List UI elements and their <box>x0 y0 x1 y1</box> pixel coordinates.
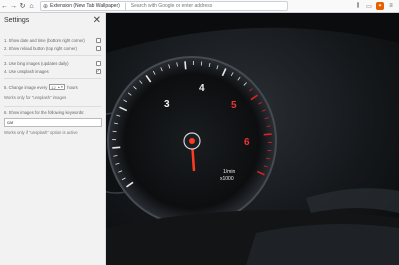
firefox-badge-icon[interactable]: ✦ <box>376 2 384 10</box>
tach-tick <box>263 133 272 136</box>
sidebar-icon[interactable]: ▭ <box>365 2 373 10</box>
checkbox-unsplash[interactable]: ✓ <box>96 68 101 74</box>
back-arrow-icon[interactable]: ← <box>0 1 9 12</box>
tach-tick <box>112 146 121 149</box>
menu-icon[interactable]: ≡ <box>387 2 395 10</box>
gauge-label-6: 6 <box>244 137 250 148</box>
unit-top: 1/min <box>223 169 235 175</box>
library-icon[interactable]: ⫼ <box>354 2 362 10</box>
option-label: 3. Use bing images (updates daily) <box>4 60 69 66</box>
extension-label: Extension (New Tab Wallpaper) <box>50 3 120 9</box>
gauge-label-4: 4 <box>199 83 205 94</box>
settings-title: Settings <box>4 17 30 24</box>
option-row-reload[interactable]: 2. Show reload button (top right corner) <box>4 44 101 52</box>
settings-header: Settings ✕ <box>0 13 105 28</box>
option-label: 2. Show reload button (top right corner) <box>4 45 77 51</box>
stepper-arrows-icon[interactable]: ▲▼ <box>57 85 63 89</box>
close-icon[interactable]: ✕ <box>93 15 101 26</box>
unit-bottom: x1000 <box>220 176 234 182</box>
checkbox-bing[interactable] <box>96 60 101 66</box>
keywords-note: Works only if "unsplash" option is activ… <box>4 130 78 135</box>
checkbox-reload[interactable] <box>96 45 101 51</box>
interval-stepper[interactable]: 12 ▲▼ <box>49 84 66 90</box>
keywords-label: 6. Show images for the following keyword… <box>4 110 85 115</box>
interval-row: 5. Change image every 12 ▲▼ hours <box>4 82 101 92</box>
option-row-date-time[interactable]: 1. Show date and time (bottom right corn… <box>4 36 101 44</box>
extension-icon: ⊕ <box>43 3 49 10</box>
browser-toolbar: ← → ↻ ⌂ ⊕ Extension (New Tab Wallpaper) … <box>0 0 399 13</box>
option-label: 4. Use unsplash images <box>4 68 49 74</box>
needle-center <box>189 138 195 144</box>
divider <box>4 78 101 79</box>
interval-prefix: 5. Change image every <box>4 84 48 90</box>
home-icon[interactable]: ⌂ <box>27 1 36 12</box>
search-input[interactable] <box>130 3 285 9</box>
interval-value: 12 <box>51 84 56 90</box>
tach-tick <box>184 61 187 70</box>
gauge-label-3: 3 <box>164 99 170 110</box>
settings-panel: Settings ✕ 1. Show date and time (bottom… <box>0 13 106 265</box>
option-row-bing[interactable]: 3. Use bing images (updates daily) <box>4 59 101 67</box>
gauge-label-5: 5 <box>231 100 237 111</box>
divider <box>4 106 101 107</box>
dashboard-wallpaper: °C 3 4 5 6 1/min x1000 <box>106 13 399 265</box>
url-separator <box>124 2 126 10</box>
keywords-field[interactable] <box>4 118 102 127</box>
checkbox-date-time[interactable] <box>96 37 101 43</box>
address-bar[interactable]: ⊕ Extension (New Tab Wallpaper) <box>40 1 288 11</box>
wallpaper-image: °C 3 4 5 6 1/min x1000 <box>106 13 399 265</box>
toolbar-right-icons: ⫼ ▭ ✦ ≡ <box>354 2 399 10</box>
interval-suffix: hours <box>67 84 78 90</box>
option-row-unsplash[interactable]: 4. Use unsplash images ✓ <box>4 67 101 75</box>
divider <box>4 55 101 56</box>
checkmark-icon: ✓ <box>96 68 101 73</box>
reload-icon[interactable]: ↻ <box>18 1 27 12</box>
interval-note: Works only for "unsplash" images <box>4 95 67 100</box>
option-label: 1. Show date and time (bottom right corn… <box>4 37 85 43</box>
forward-arrow-icon[interactable]: → <box>9 1 18 12</box>
settings-body: 1. Show date and time (bottom right corn… <box>0 28 105 135</box>
